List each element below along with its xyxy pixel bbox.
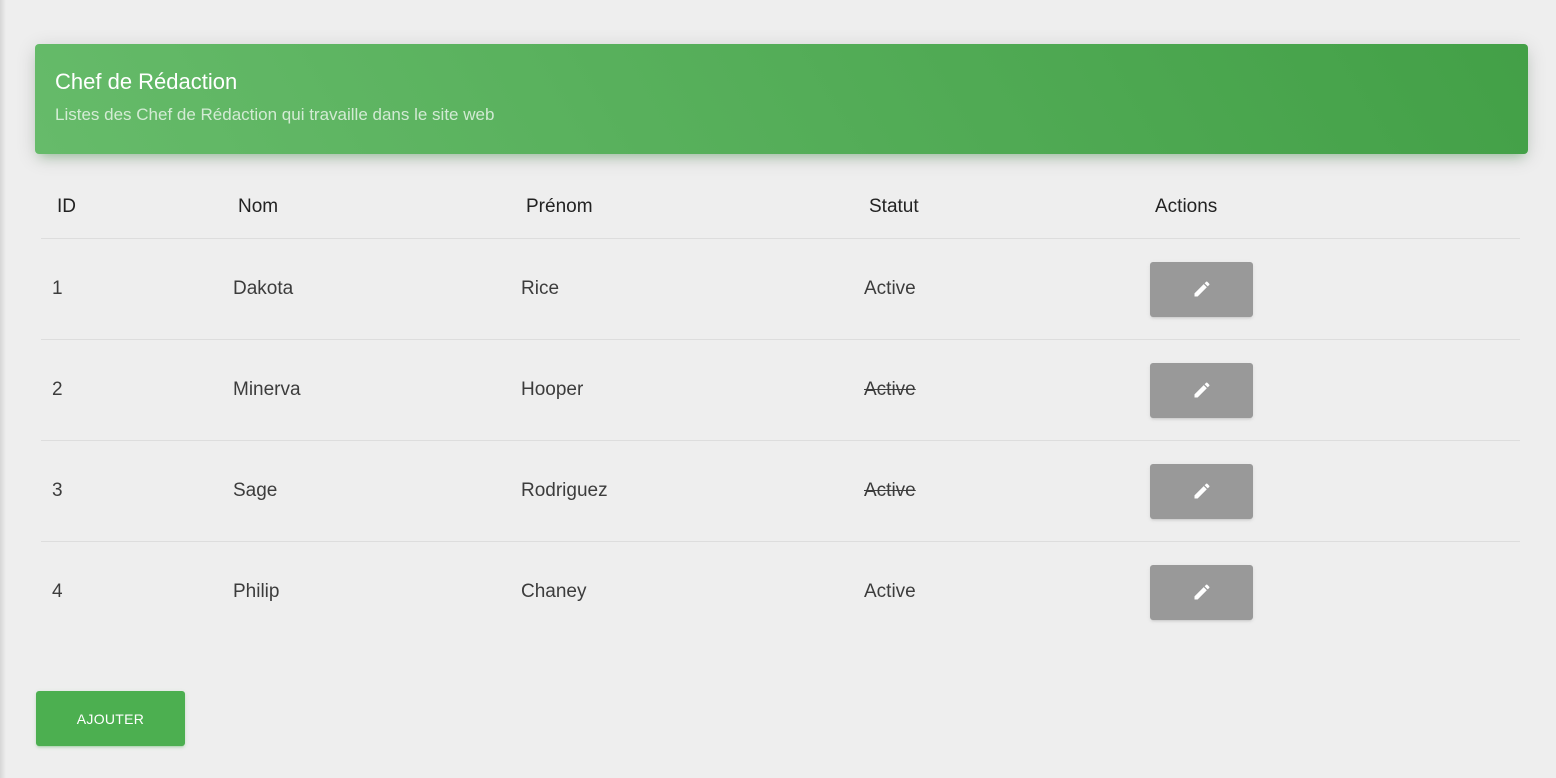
column-header-id: ID: [41, 176, 233, 239]
cell-actions: [1150, 542, 1520, 643]
cell-id: 2: [41, 339, 233, 441]
add-button[interactable]: AJOUTER: [36, 691, 185, 746]
cell-nom: Sage: [233, 440, 521, 542]
pencil-icon: [1194, 483, 1210, 499]
edit-button[interactable]: [1150, 261, 1253, 317]
status-text: Active: [864, 379, 916, 400]
cell-statut: Active: [864, 440, 1150, 542]
pencil-icon: [1194, 281, 1210, 297]
column-header-prenom: Prénom: [521, 176, 864, 239]
edit-button[interactable]: [1150, 564, 1253, 620]
sidebar-edge-shadow: [0, 0, 6, 778]
cell-id: 1: [41, 238, 233, 340]
cell-nom: Philip: [233, 581, 280, 602]
cell-nom: Dakota: [233, 238, 521, 340]
table-row: 3 Sage Rodriguez Active: [41, 440, 1520, 542]
status-text: Active: [864, 480, 916, 501]
pencil-icon: [1194, 584, 1210, 600]
cell-prenom: Rice: [521, 238, 864, 340]
page-subtitle: Listes des Chef de Rédaction qui travail…: [55, 105, 495, 124]
card-header: Chef de Rédaction Listes des Chef de Réd…: [35, 44, 1528, 154]
cell-prenom: Chaney: [521, 581, 587, 602]
column-header-actions: Actions: [1150, 176, 1520, 239]
cell-actions: [1150, 440, 1520, 542]
table-header-row: ID Nom Prénom Statut Actions: [41, 176, 1520, 239]
page-title: Chef de Rédaction: [55, 69, 238, 94]
cell-id: 3: [41, 440, 233, 542]
table-body: 1 Dakota Rice Active 2 Minerva Hooper Active 3 Sa…: [41, 238, 1520, 643]
edit-button[interactable]: [1150, 362, 1253, 418]
cell-statut: Active: [864, 238, 1150, 340]
column-header-statut: Statut: [864, 176, 1150, 239]
cell-actions: [1150, 238, 1520, 340]
cell-nom: Minerva: [233, 339, 521, 441]
status-text: Active: [864, 278, 916, 299]
table-row: 4 Philip Chaney Active: [41, 542, 1520, 643]
cell-prenom: Hooper: [521, 339, 864, 441]
column-header-nom: Nom: [233, 176, 521, 239]
cell-prenom: Rodriguez: [521, 440, 864, 542]
edit-button[interactable]: [1150, 463, 1253, 519]
cell-statut: Active: [864, 542, 1150, 643]
pencil-icon: [1194, 382, 1210, 398]
table-header: ID Nom Prénom Statut Actions: [41, 176, 1520, 239]
table-row: 1 Dakota Rice Active: [41, 238, 1520, 340]
cell-id: 4: [52, 581, 63, 602]
cell-statut: Active: [864, 339, 1150, 441]
table-row: 2 Minerva Hooper Active: [41, 339, 1520, 441]
users-table-container: ID Nom Prénom Statut Actions 1 Dakota Rice…: [41, 176, 1520, 642]
users-table: ID Nom Prénom Statut Actions 1 Dakota Rice…: [41, 176, 1520, 642]
status-text: Active: [864, 581, 916, 602]
cell-actions: [1150, 339, 1520, 441]
